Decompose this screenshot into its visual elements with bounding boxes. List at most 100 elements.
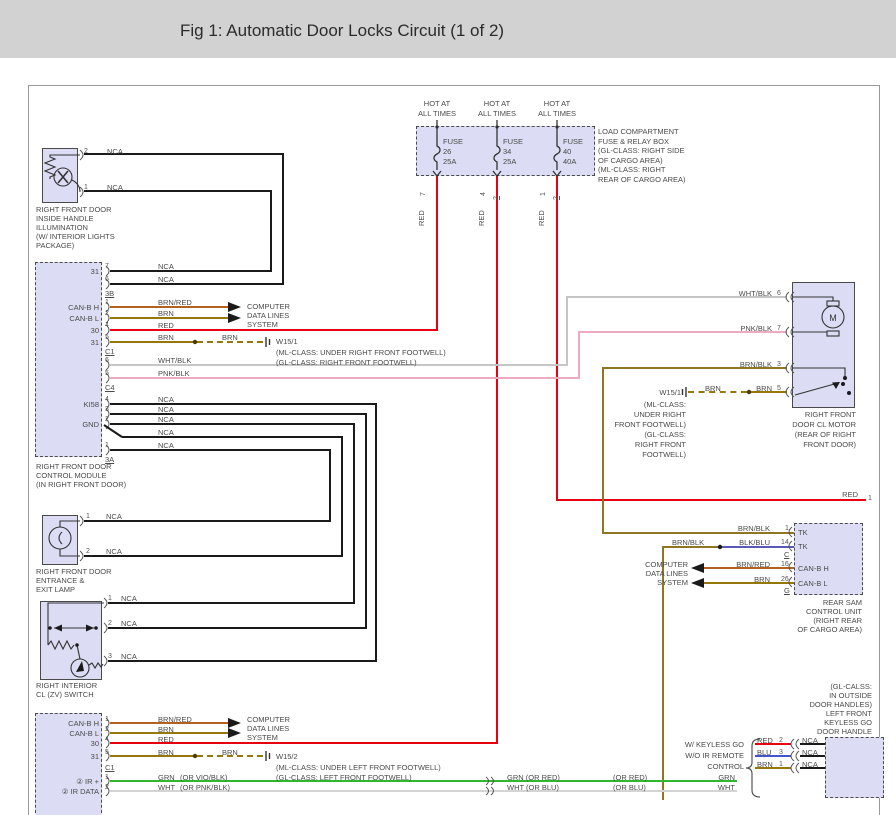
m2-w-wht-alt: (OR PNK/BLK) — [180, 783, 230, 792]
motor-label-2: DOOR CL MOTOR — [792, 420, 856, 429]
m1-pin5b: 5 — [105, 369, 109, 378]
m2-int-31: 31 — [91, 752, 99, 761]
m2-w-wht: WHT — [158, 783, 175, 792]
wire-nca-gnd2 — [122, 436, 342, 438]
m2-int-30: 30 — [91, 739, 99, 748]
w15-1-gl: (GL-CLASS: RIGHT FRONT FOOTWELL) — [276, 358, 417, 367]
w15-1r-l1: (ML-CLASS: — [644, 400, 686, 409]
door-handle-box — [825, 737, 884, 798]
fuse3-number: 40 — [563, 147, 571, 156]
m1-pin1: 1 — [105, 298, 109, 307]
wire-nca-v4 — [341, 436, 343, 557]
motor-label-1: RIGHT FRONT — [805, 410, 856, 419]
m1-int-ki58: KI58 — [84, 400, 99, 409]
hot-label-1b: ALL TIMES — [418, 109, 456, 118]
wire-brn-m2p5 — [110, 755, 195, 757]
handle-nca1: NCA — [802, 736, 818, 745]
computer-2c: SYSTEM — [247, 733, 278, 742]
wire-label-red-1: RED — [417, 210, 426, 226]
wire-nca-v3 — [353, 423, 355, 604]
illum-label-1: RIGHT FRONT DOOR — [36, 205, 112, 214]
m1-w-nca2: NCA — [158, 415, 174, 424]
w15-1-name: W15/1 — [276, 337, 298, 346]
motor-w-brn: BRN — [756, 384, 772, 393]
m2-w-grn: GRN — [158, 773, 175, 782]
m1-int-canbh: CAN-B H — [68, 303, 99, 312]
m1-label-2: CONTROL MODULE — [36, 471, 107, 480]
m2-w-brnred: BRN/RED — [158, 715, 192, 724]
m1-conn-3b: 3B — [105, 289, 114, 298]
m2-int-ird: ② IR DATA — [62, 787, 99, 796]
m1-int-30: 30 — [91, 326, 99, 335]
wire-nca-sw3 — [108, 660, 376, 662]
computer-1a: COMPUTER — [247, 302, 290, 311]
fusebox-label-1: LOAD COMPARTMENT — [598, 127, 679, 136]
handle-pin1: 1 — [779, 760, 783, 769]
motor-w-brnblk: BRN/BLK — [740, 360, 772, 369]
m1-pin6: 6 — [105, 275, 109, 284]
hot-label-1a: HOT AT — [424, 99, 450, 108]
illumination-box — [42, 148, 78, 203]
run-wht-alt: (OR BLU) — [613, 783, 646, 792]
m1-w-brn5: BRN — [158, 333, 174, 342]
m2-conn-c1: C1 — [105, 763, 115, 772]
m2-w-red: RED — [158, 735, 174, 744]
m1-w-whtblk: WHT/BLK — [158, 356, 191, 365]
wire-nca-m1p1c — [110, 449, 330, 451]
sam-label-1: REAR SAM — [823, 598, 862, 607]
w15-1r-brn: BRN — [705, 384, 721, 393]
m1-pin4c: 4 — [105, 395, 109, 404]
fuse1-pin: 7 — [419, 192, 428, 196]
sw-pin1: 1 — [108, 594, 112, 603]
sam-conn-c: C — [784, 550, 789, 559]
fuse3-connector: 2 — [552, 196, 561, 200]
run-grn-end: GRN — [718, 773, 735, 782]
wire-brn-sam — [700, 582, 794, 584]
m1-w-nca6: NCA — [158, 275, 174, 284]
wire-nca-illum2-v — [282, 153, 284, 285]
sam-label-3: (RIGHT REAR — [813, 616, 862, 625]
illum-nca2: NCA — [107, 147, 123, 156]
w15-1r-l2: UNDER RIGHT — [634, 410, 686, 419]
handle-pin3: 3 — [779, 748, 783, 757]
fuse3-rating: 40A — [563, 157, 576, 166]
w15-1r-name: W15/1 — [659, 388, 681, 397]
wire-brnblk-v — [602, 367, 604, 533]
w15-2-ml: (ML-CLASS: UNDER LEFT FRONT FOOTWELL) — [276, 763, 441, 772]
lamp-pin2: 2 — [86, 547, 90, 556]
wire-red-fuse40-v — [556, 176, 558, 501]
lamp-nca1: NCA — [106, 512, 122, 521]
hot-label-2b: ALL TIMES — [478, 109, 516, 118]
m2-pin2b: 2 — [105, 783, 109, 792]
wire-nca-illum1-v — [270, 190, 272, 272]
handle-w-brn: BRN — [757, 760, 773, 769]
handle-label-1: (GL-CALSS: — [830, 682, 872, 691]
handle-label-2: IN OUTSIDE — [829, 691, 872, 700]
wire-red-fuse26-v — [436, 176, 438, 331]
w15-1-ml: (ML-CLASS: UNDER RIGHT FRONT FOOTWELL) — [276, 348, 446, 357]
w15-1r-l4: (GL-CLASS: — [644, 430, 686, 439]
m1-w-brn2: BRN — [158, 309, 174, 318]
wire-nca-v1 — [375, 403, 377, 662]
computer-3a: COMPUTER — [645, 560, 688, 569]
m1-w-brn5b: BRN — [222, 333, 238, 342]
fuse1-name: FUSE — [443, 137, 463, 146]
sam-w-brnred: BRN/RED — [736, 560, 770, 569]
fusebox-label-5: (ML-CLASS: RIGHT — [598, 165, 666, 174]
run-grn-mid: GRN (OR RED) — [507, 773, 560, 782]
page-title: Fig 1: Automatic Door Locks Circuit (1 o… — [180, 21, 504, 41]
illum-label-4: (W/ INTERIOR LIGHTS — [36, 232, 115, 241]
fuse1-number: 26 — [443, 147, 451, 156]
m2-w-brn: BRN — [158, 725, 174, 734]
m1-int-gnd: GND — [82, 420, 99, 429]
m1-w-nca7: NCA — [158, 262, 174, 271]
computer-3b: DATA LINES — [646, 569, 688, 578]
hot-label-3a: HOT AT — [544, 99, 570, 108]
fuse2-name: FUSE — [503, 137, 523, 146]
motor-w-whtblk: WHT/BLK — [739, 289, 772, 298]
m1-w-pnkblk: PNK/BLK — [158, 369, 190, 378]
wire-nca-lamp2 — [84, 555, 342, 557]
w15-1r-l5: RIGHT FRONT — [635, 440, 686, 449]
m1-pin2: 2 — [105, 309, 109, 318]
m1-int-31b: 31 — [91, 338, 99, 347]
